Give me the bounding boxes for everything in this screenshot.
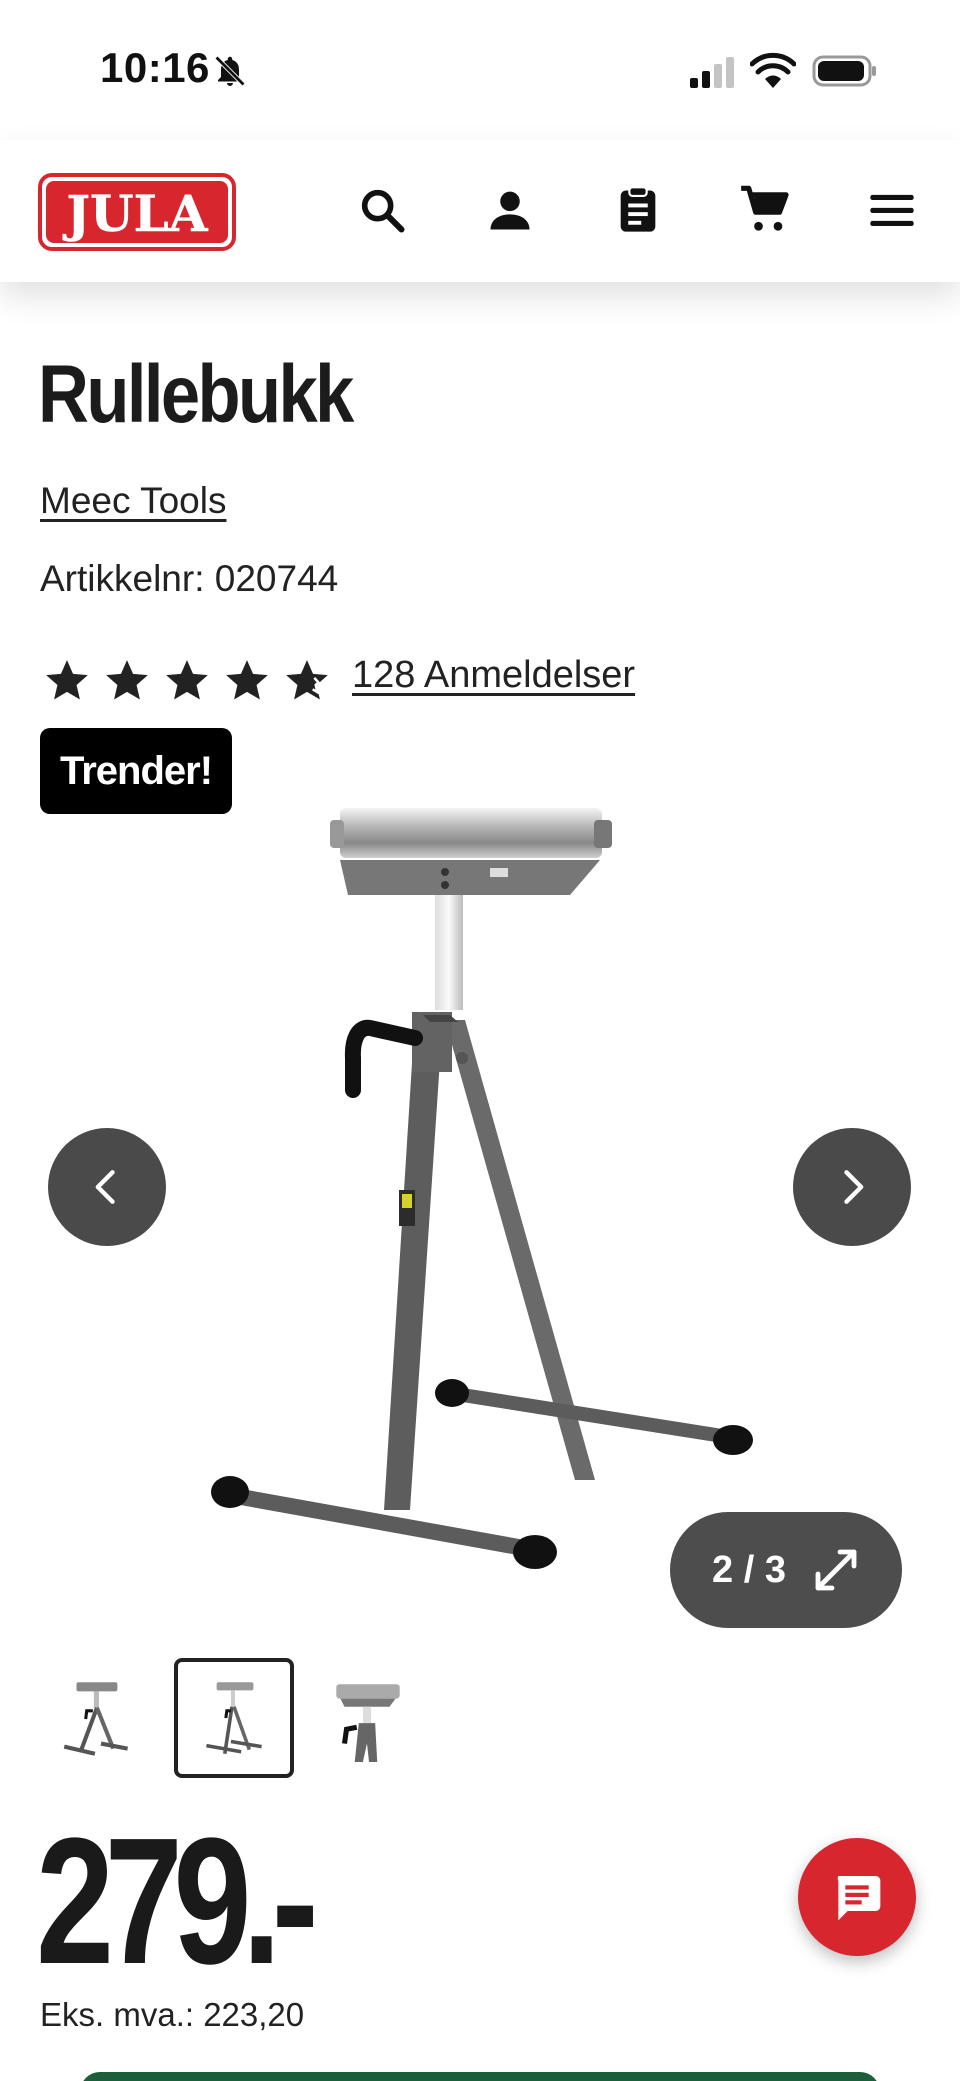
menu-button[interactable] bbox=[862, 180, 922, 240]
rating-stars[interactable] bbox=[42, 656, 332, 706]
jula-logo[interactable]: JULA bbox=[38, 173, 236, 251]
bell-muted-icon bbox=[214, 55, 246, 87]
thumbnail-image bbox=[63, 1682, 128, 1756]
account-button[interactable] bbox=[480, 180, 540, 240]
article-number: Artikkelnr: 020744 bbox=[40, 558, 338, 600]
shopping-list-icon bbox=[620, 186, 656, 232]
gallery-prev-button[interactable] bbox=[48, 1128, 166, 1246]
chat-icon bbox=[837, 1876, 881, 1921]
reviews-link[interactable]: 128 Anmeldelser bbox=[352, 654, 635, 697]
gallery-thumbnails bbox=[40, 1658, 428, 1778]
search-button[interactable] bbox=[352, 180, 412, 240]
chevron-left-icon bbox=[95, 1170, 115, 1204]
price-ex-vat: Eks. mva.: 223,20 bbox=[40, 1996, 305, 2033]
cart-icon bbox=[741, 185, 789, 231]
thumbnail-image bbox=[336, 1684, 400, 1762]
star-filled-icon bbox=[46, 660, 88, 700]
add-to-cart-bar-peek[interactable] bbox=[80, 2072, 880, 2081]
product-thumbnail-3[interactable] bbox=[308, 1658, 428, 1778]
battery-icon bbox=[812, 55, 876, 87]
chat-button[interactable] bbox=[798, 1838, 916, 1956]
account-icon bbox=[490, 191, 530, 230]
menu-icon bbox=[870, 194, 914, 227]
star-half-icon bbox=[286, 660, 328, 700]
shopping-list-button[interactable] bbox=[608, 180, 668, 240]
cellular-signal-icon bbox=[690, 57, 734, 88]
star-filled-icon bbox=[106, 660, 148, 700]
chevron-right-icon bbox=[844, 1170, 864, 1204]
article-number-value: 020744 bbox=[214, 558, 339, 599]
gallery-counter: 2 / 3 bbox=[712, 1548, 786, 1591]
product-title: Rullebukk bbox=[38, 349, 354, 440]
brand-link[interactable]: Meec Tools bbox=[40, 480, 226, 522]
status-time: 10:16 bbox=[100, 44, 210, 91]
svg-text:JULA: JULA bbox=[62, 184, 208, 243]
thumbnail-image bbox=[206, 1682, 262, 1755]
product-thumbnail-2[interactable] bbox=[174, 1658, 294, 1778]
site-header: JULA bbox=[0, 140, 960, 282]
status-bar: 10:16 bbox=[0, 0, 960, 140]
cart-button[interactable] bbox=[735, 180, 795, 240]
product-thumbnail-1[interactable] bbox=[40, 1658, 160, 1778]
gallery-next-button[interactable] bbox=[793, 1128, 911, 1246]
wifi-icon bbox=[750, 52, 796, 88]
expand-icon bbox=[815, 1549, 857, 1591]
gallery-fullscreen-button[interactable]: 2 / 3 bbox=[670, 1512, 902, 1628]
product-image[interactable] bbox=[190, 790, 790, 1590]
star-filled-icon bbox=[166, 660, 208, 700]
article-number-label: Artikkelnr: bbox=[40, 558, 205, 599]
star-filled-icon bbox=[226, 660, 268, 700]
search-icon bbox=[361, 189, 405, 233]
product-price: 279.- bbox=[36, 1801, 319, 2002]
